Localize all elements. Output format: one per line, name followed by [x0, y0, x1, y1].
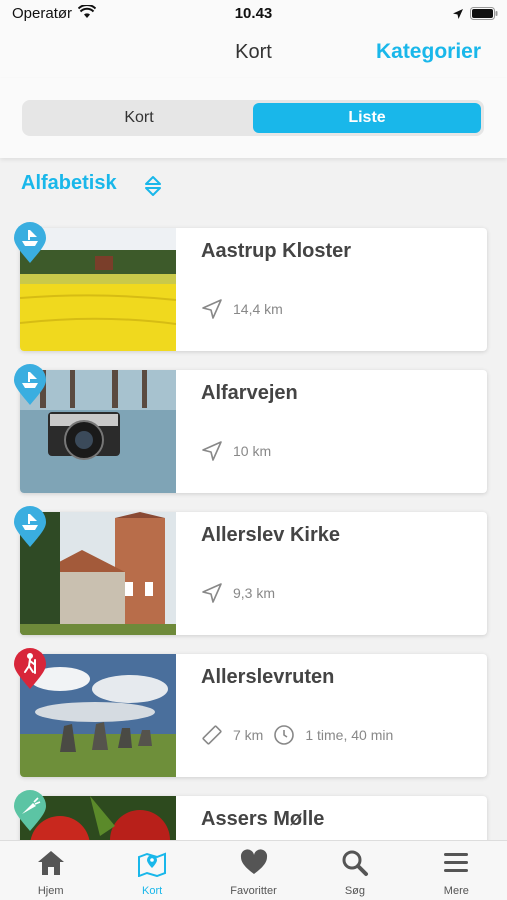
category-pin-carrot [13, 790, 47, 832]
clock: 10.43 [234, 5, 273, 22]
sort-control[interactable]: Alfabetisk [21, 172, 161, 200]
home-icon [37, 851, 64, 875]
view-segmented-control: Kort Liste [22, 100, 484, 136]
item-meta: 14,4 km [201, 298, 283, 320]
segment-map[interactable]: Kort [25, 103, 253, 133]
list-item[interactable]: Alfarvejen 10 km [20, 370, 487, 493]
segment-list[interactable]: Liste [253, 103, 481, 133]
item-title: Aastrup Kloster [201, 240, 352, 262]
status-bar: Operatør 10.43 [0, 0, 507, 28]
item-distance: 10 km [233, 443, 272, 459]
battery-icon [470, 7, 498, 25]
item-title: Assers Mølle [201, 808, 325, 830]
categories-button[interactable]: Kategorier [376, 40, 481, 64]
sort-label[interactable]: Alfabetisk [21, 172, 117, 194]
tab-label: Favoritter [230, 885, 277, 897]
item-length: 7 km [233, 727, 264, 743]
search-icon [342, 850, 368, 876]
list-item[interactable]: Allerslevruten 7 km 1 time, 40 min [20, 654, 487, 777]
list-item[interactable]: Allerslev Kirke 9,3 km [20, 512, 487, 635]
tab-label: Hjem [37, 885, 64, 897]
item-meta: 10 km [201, 440, 271, 462]
tab-label: Søg [344, 885, 366, 897]
tab-map[interactable]: Kort [101, 841, 202, 900]
tab-search[interactable]: Søg [304, 841, 405, 900]
tab-bar: Hjem Kort Favoritter Søg Mere [0, 840, 507, 900]
heart-icon [240, 849, 267, 874]
item-meta: 9,3 km [201, 582, 275, 604]
category-pin-ship [13, 222, 47, 264]
navigation-arrow-icon [202, 299, 222, 319]
item-duration: 1 time, 40 min [305, 727, 394, 743]
view-switcher-bar: Kort Liste [0, 78, 507, 158]
item-meta: 7 km 1 time, 40 min [201, 724, 393, 746]
tab-favorites[interactable]: Favoritter [203, 841, 304, 900]
item-distance: 9,3 km [233, 585, 276, 601]
ruler-icon [202, 725, 222, 745]
item-distance: 14,4 km [233, 301, 283, 317]
category-pin-ship [13, 364, 47, 406]
map-pin-icon [138, 852, 167, 877]
sort-arrows-icon[interactable] [143, 174, 163, 203]
list-item[interactable]: Aastrup Kloster 14,4 km [20, 228, 487, 351]
location-arrow-icon [452, 7, 464, 25]
tab-more[interactable]: Mere [406, 841, 507, 900]
category-pin-ship [13, 506, 47, 548]
category-pin-hiker [13, 648, 47, 690]
item-title: Alfarvejen [201, 382, 298, 404]
navigation-arrow-icon [202, 441, 222, 461]
navigation-arrow-icon [202, 583, 222, 603]
item-title: Allerslev Kirke [201, 524, 340, 546]
tab-home[interactable]: Hjem [0, 841, 101, 900]
navigation-bar: Kort Kategorier [0, 28, 507, 78]
tab-label: Mere [443, 885, 469, 897]
tab-label: Kort [142, 885, 163, 897]
clock-icon [274, 725, 295, 745]
item-title: Allerslevruten [201, 666, 335, 688]
menu-icon [444, 853, 469, 872]
